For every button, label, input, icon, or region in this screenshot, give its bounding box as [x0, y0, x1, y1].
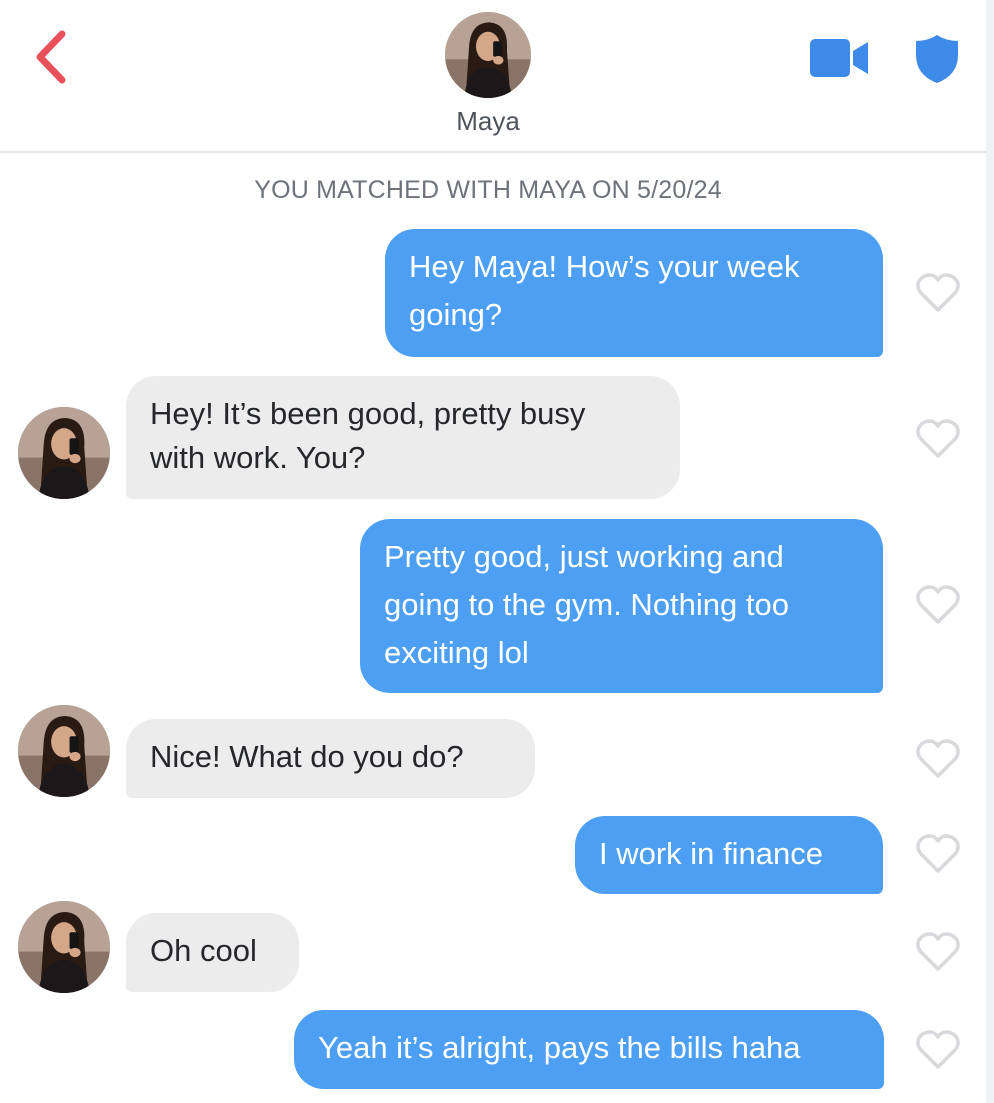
message-line: with work. You?: [150, 440, 366, 475]
message-line: exciting lol: [384, 635, 529, 670]
heart-outline-icon: [916, 739, 960, 778]
message-line: going?: [409, 297, 503, 332]
chevron-left-icon: [36, 30, 66, 84]
like-message-button[interactable]: [915, 418, 961, 460]
profile-avatar[interactable]: [445, 12, 531, 98]
heart-outline-icon: [916, 1030, 960, 1069]
message-line: Yeah it’s alright, pays the bills haha: [318, 1030, 801, 1065]
chat-header: Maya: [0, 0, 986, 153]
sent-message-bubble[interactable]: Hey Maya! How’s your week going?: [385, 229, 883, 357]
heart-outline-icon: [916, 585, 960, 624]
sent-message-bubble[interactable]: Yeah it’s alright, pays the bills haha: [294, 1010, 884, 1089]
heart-outline-icon: [916, 273, 960, 312]
shield-icon: [916, 35, 958, 83]
sender-avatar[interactable]: [18, 901, 110, 993]
like-message-button[interactable]: [915, 272, 961, 314]
message-line: Hey! It’s been good, pretty busy: [150, 396, 586, 431]
heart-outline-icon: [916, 932, 960, 971]
video-camera-icon: [810, 39, 868, 77]
received-message-bubble[interactable]: Nice! What do you do?: [126, 719, 535, 798]
sender-photo: [18, 407, 110, 499]
message-line: I work in finance: [599, 836, 823, 871]
like-message-button[interactable]: [915, 738, 961, 780]
back-button[interactable]: [30, 28, 74, 86]
message-line: Oh cool: [150, 933, 257, 968]
like-message-button[interactable]: [915, 1029, 961, 1071]
received-message-bubble[interactable]: Hey! It’s been good, pretty busy with wo…: [126, 376, 680, 499]
sender-avatar[interactable]: [18, 407, 110, 499]
message-line: Pretty good, just working and: [384, 539, 784, 574]
received-message-bubble[interactable]: Oh cool: [126, 913, 299, 992]
profile-photo: [445, 12, 531, 98]
scrollbar-track: [986, 0, 994, 1103]
heart-outline-icon: [916, 834, 960, 873]
message-line: going to the gym. Nothing too: [384, 587, 789, 622]
sender-photo: [18, 901, 110, 993]
sender-photo: [18, 705, 110, 797]
message-line: Nice! What do you do?: [150, 739, 464, 774]
heart-outline-icon: [916, 419, 960, 458]
like-message-button[interactable]: [915, 584, 961, 626]
sent-message-bubble[interactable]: Pretty good, just working and going to t…: [360, 519, 883, 693]
match-date-note: YOU MATCHED WITH MAYA ON 5/20/24: [254, 176, 722, 204]
video-call-button[interactable]: [808, 37, 870, 79]
profile-name[interactable]: Maya: [388, 106, 588, 137]
like-message-button[interactable]: [915, 931, 961, 973]
sent-message-bubble[interactable]: I work in finance: [575, 816, 883, 894]
like-message-button[interactable]: [915, 833, 961, 875]
safety-button[interactable]: [914, 33, 960, 85]
message-line: Hey Maya! How’s your week: [409, 249, 800, 284]
sender-avatar[interactable]: [18, 705, 110, 797]
